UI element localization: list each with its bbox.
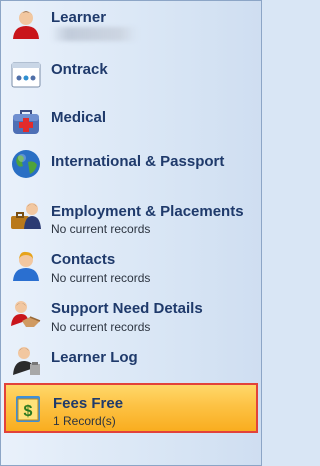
nav-item-employment-subtitle: No current records — [51, 222, 151, 236]
learner-person-icon — [10, 8, 42, 40]
nav-item-support-title: Support Need Details — [51, 300, 203, 317]
nav-item-fees-title: Fees Free — [53, 395, 124, 412]
nav-item-ontrack-title: Ontrack — [51, 61, 108, 78]
learner-log-icon — [10, 344, 42, 376]
nav-item-international-passport[interactable]: International & Passport — [1, 145, 261, 191]
navigation-panel: Learner Ontrack Medical International & … — [0, 0, 262, 466]
redacted-learner-name — [51, 27, 137, 41]
contact-person-icon — [10, 250, 42, 282]
nav-item-contacts-subtitle: No current records — [51, 271, 151, 285]
nav-item-learner-title: Learner — [51, 9, 107, 26]
nav-item-international-title: International & Passport — [51, 153, 225, 170]
support-handshake-icon — [10, 299, 42, 331]
briefcase-person-icon — [10, 200, 42, 232]
nav-item-contacts-title: Contacts — [51, 251, 116, 268]
svg-text:$: $ — [24, 403, 33, 420]
nav-item-medical-title: Medical — [51, 109, 107, 126]
nav-item-learner-log[interactable]: Learner Log — [1, 340, 261, 380]
fees-dollar-icon: $ — [12, 392, 44, 424]
nav-item-fees-free[interactable]: $ Fees Free 1 Record(s) — [4, 383, 258, 433]
nav-item-learner-log-title: Learner Log — [51, 349, 138, 366]
nav-item-support-need-details[interactable]: Support Need Details No current records — [1, 291, 261, 339]
nav-item-ontrack[interactable]: Ontrack — [1, 53, 261, 99]
ontrack-icon — [10, 59, 42, 91]
nav-item-fees-subtitle: 1 Record(s) — [53, 414, 116, 428]
medical-bag-icon — [10, 106, 42, 138]
nav-item-medical[interactable]: Medical — [1, 101, 261, 147]
nav-item-contacts[interactable]: Contacts No current records — [1, 242, 261, 290]
nav-item-employment-title: Employment & Placements — [51, 203, 244, 220]
nav-item-learner[interactable]: Learner — [1, 1, 261, 47]
nav-item-employment-placements[interactable]: Employment & Placements No current recor… — [1, 193, 261, 241]
nav-item-support-subtitle: No current records — [51, 320, 151, 334]
globe-icon — [10, 148, 42, 180]
